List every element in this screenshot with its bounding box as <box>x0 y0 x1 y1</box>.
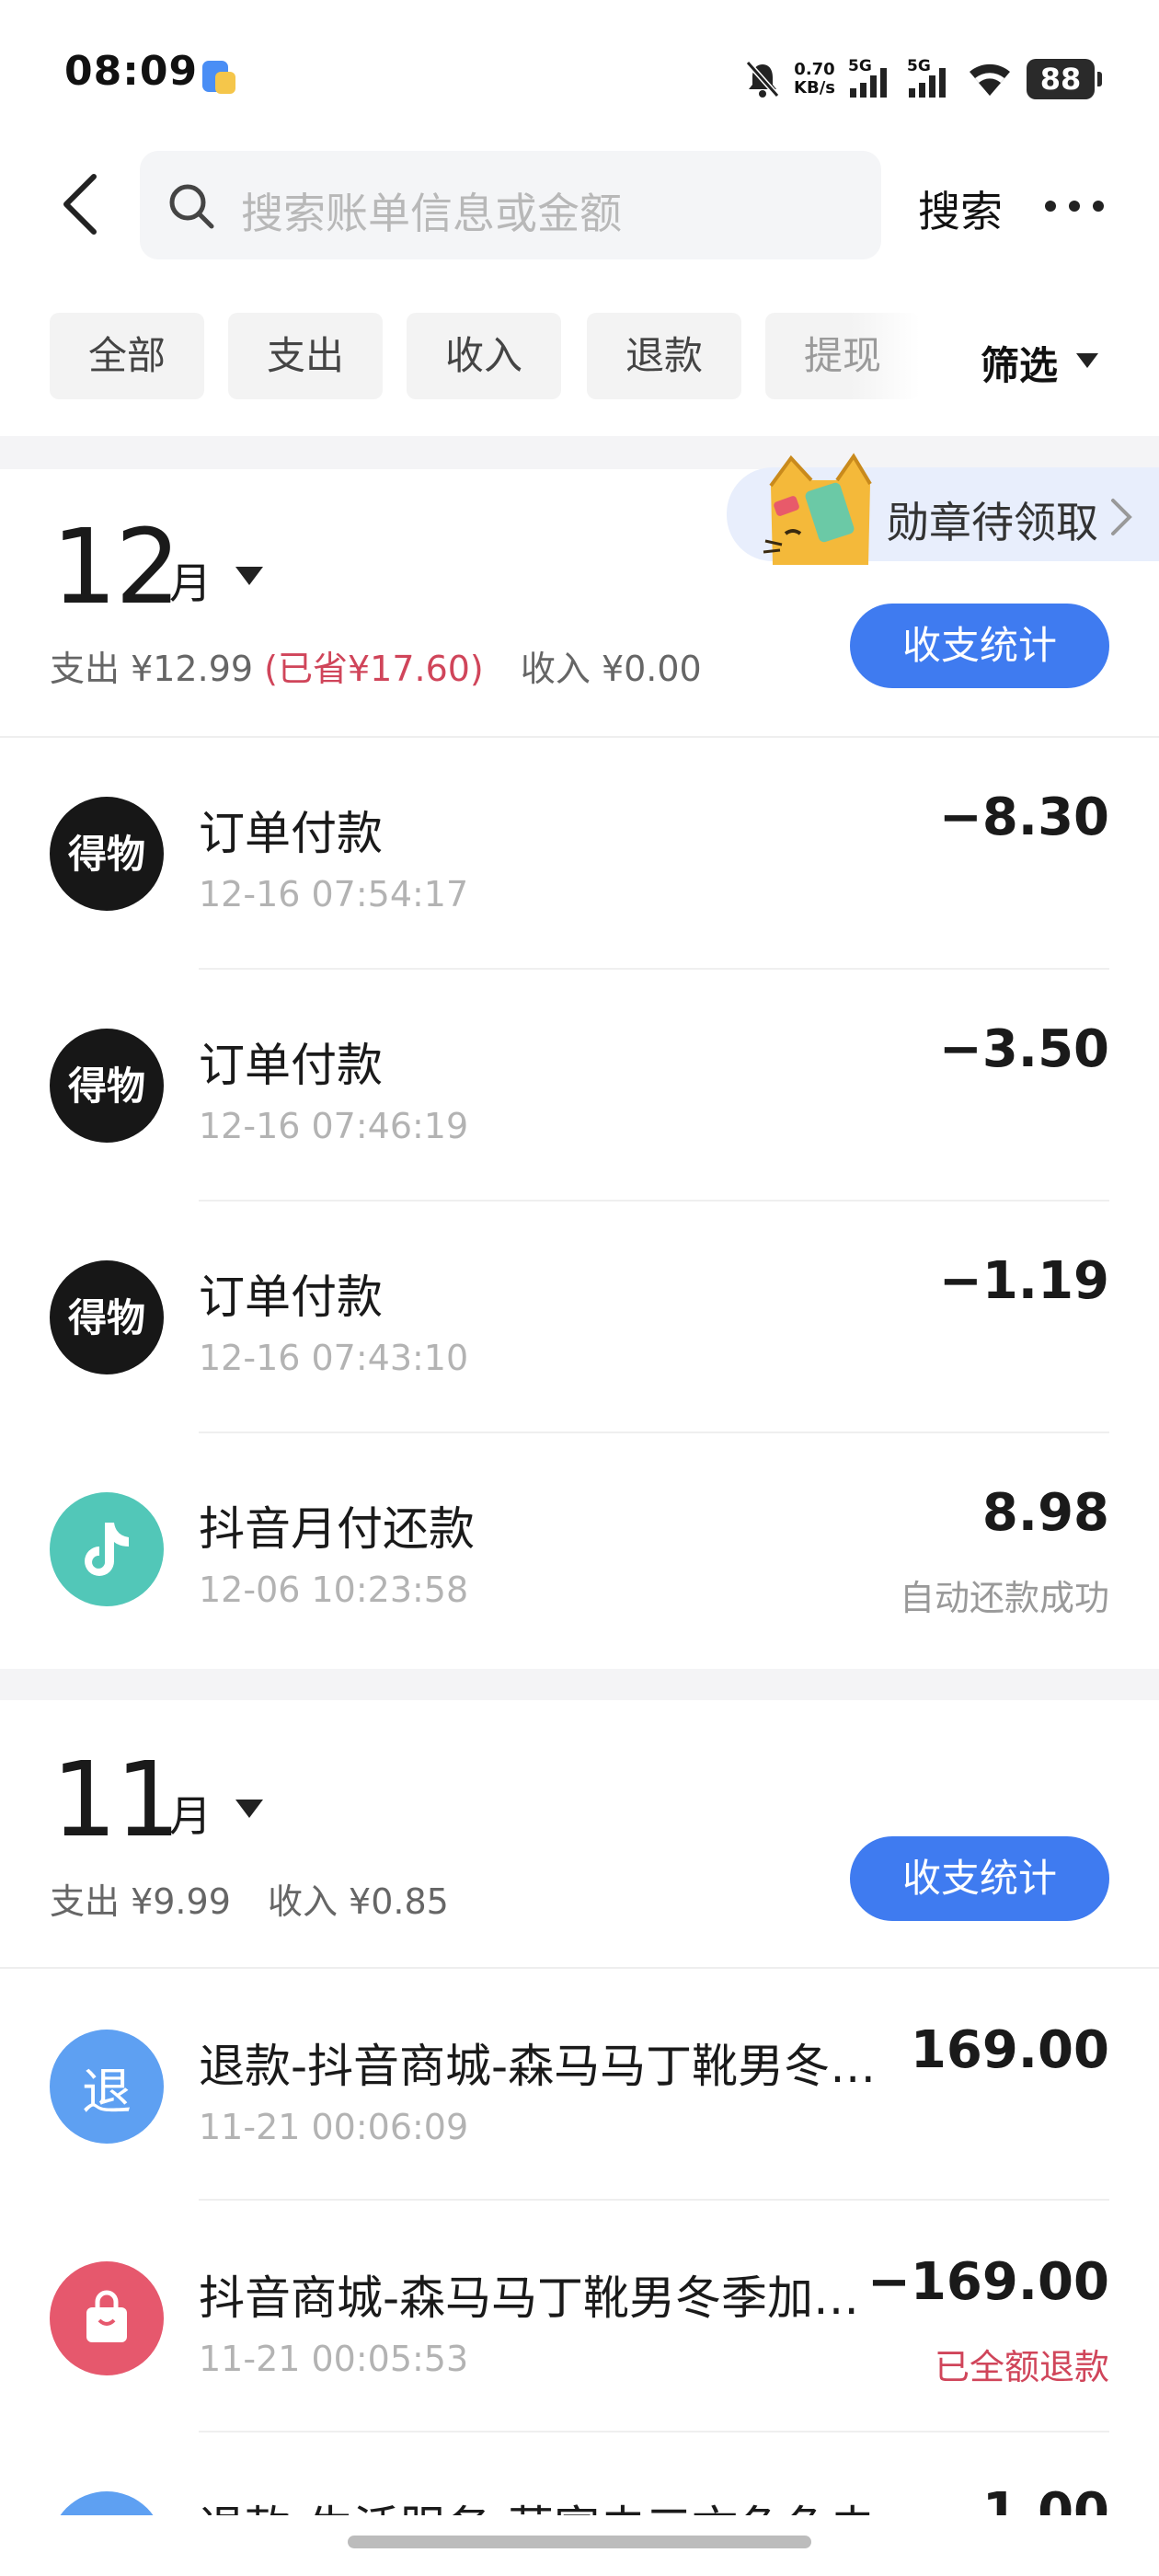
income-total: 收入 ¥0.00 <box>520 649 702 689</box>
row-date: 12-16 07:54:17 <box>199 874 469 914</box>
row-amount: −1.19 <box>938 1251 1109 1311</box>
wifi-icon <box>970 63 1010 96</box>
month-summary: 支出 ¥9.99 收入 ¥0.85 <box>50 1873 449 1924</box>
income-total: 收入 ¥0.85 <box>267 1881 449 1922</box>
transaction-row[interactable] <box>0 1433 1159 1669</box>
tiktok-logo-icon <box>50 1492 164 1606</box>
caret-down-icon[interactable] <box>234 1798 265 1820</box>
month-unit: 月 <box>169 1791 212 1841</box>
row-title: 订单付款 <box>199 1271 383 1324</box>
row-title: 抖音月付还款 <box>199 1502 475 1556</box>
net-speed-value: 0.70 <box>794 60 835 79</box>
badge-banner-label: 勋章待领取 <box>887 498 1098 547</box>
signal-2-label: 5G <box>907 57 931 75</box>
back-button[interactable] <box>53 171 112 237</box>
row-date: 12-16 07:43:10 <box>199 1338 469 1378</box>
transaction-row[interactable] <box>0 970 1159 1200</box>
signal-1-label: 5G <box>848 57 872 75</box>
row-title: 抖音商城-森马马丁靴男冬季加… <box>199 2271 860 2325</box>
row-title: 退款-生活服务-蒸富夫三文鱼鱼虫… <box>199 2491 922 2515</box>
status-icons: 0.70 KB/s 5G 5G 88 <box>744 53 1102 105</box>
row-status: 已全额退款 <box>934 2347 1109 2387</box>
tab-withdraw[interactable]: 提现 <box>765 313 920 399</box>
transaction-row[interactable] <box>0 1202 1159 1432</box>
net-speed-unit: KB/s <box>794 78 835 98</box>
chevron-right-icon <box>1111 499 1132 535</box>
tab-refund[interactable]: 退款 <box>587 313 741 399</box>
status-time: 08:09 <box>64 48 199 95</box>
transaction-row[interactable]: 退款-生活服务-蒸富夫三文鱼鱼虫… 1.00 <box>0 2432 1159 2515</box>
app-notification-icon <box>202 61 235 94</box>
row-title: 退款-抖音商城-森马马丁靴男冬… <box>199 2040 877 2093</box>
row-title: 订单付款 <box>199 807 383 860</box>
row-amount: −8.30 <box>938 788 1109 847</box>
svg-text:得物: 得物 <box>68 832 145 877</box>
signal-1: 5G <box>848 57 894 99</box>
search-button[interactable]: 搜索 <box>918 178 1003 239</box>
expense-total: 支出 ¥9.99 <box>50 1881 231 1922</box>
svg-text:得物: 得物 <box>68 1064 145 1109</box>
tab-income[interactable]: 收入 <box>407 313 561 399</box>
filter-button[interactable]: 筛选 <box>981 335 1058 391</box>
more-icon[interactable] <box>1041 190 1107 223</box>
section-gap <box>0 436 1159 469</box>
tab-expense[interactable]: 支出 <box>228 313 383 399</box>
tab-all[interactable]: 全部 <box>50 313 204 399</box>
cat-mascot-icon <box>763 453 872 565</box>
net-speed: 0.70 KB/s <box>794 61 835 98</box>
row-amount: −3.50 <box>938 1019 1109 1079</box>
row-amount: 169.00 <box>910 2020 1109 2080</box>
caret-down-icon[interactable] <box>234 565 265 587</box>
stats-button[interactable]: 收支统计 <box>850 604 1109 688</box>
caret-down-icon <box>1076 353 1098 368</box>
row-title: 订单付款 <box>199 1039 383 1092</box>
dewu-logo-icon: 得物 <box>50 1029 164 1143</box>
row-amount: 8.98 <box>981 1483 1109 1543</box>
month-unit: 月 <box>169 558 212 608</box>
refund-icon <box>50 2491 164 2515</box>
section-gap <box>0 1669 1159 1700</box>
search-icon <box>169 184 214 229</box>
month-number[interactable]: 12 <box>52 508 181 627</box>
row-status: 自动还款成功 <box>899 1578 1109 1618</box>
saved-amount: (已省¥17.60) <box>264 649 484 689</box>
search-placeholder: 搜索账单信息或金额 <box>241 189 622 238</box>
refund-icon: 退 <box>50 2030 164 2144</box>
row-amount: −169.00 <box>866 2252 1109 2312</box>
mute-bell-icon <box>745 61 780 98</box>
transaction-row[interactable] <box>0 738 1159 968</box>
row-date: 11-21 00:06:09 <box>199 2107 469 2147</box>
expense-total: 支出 ¥12.99 <box>50 649 254 689</box>
row-date: 11-21 00:05:53 <box>199 2339 469 2379</box>
row-date: 12-06 10:23:58 <box>199 1570 469 1610</box>
home-indicator[interactable] <box>348 2536 811 2548</box>
dewu-logo-icon: 得物 <box>50 797 164 911</box>
row-date: 12-16 07:46:19 <box>199 1106 469 1146</box>
svg-text:得物: 得物 <box>68 1295 145 1340</box>
month-number[interactable]: 11 <box>52 1741 181 1860</box>
row-amount: 1.00 <box>981 2482 1109 2515</box>
signal-2: 5G <box>907 57 953 99</box>
shopping-bag-icon <box>50 2261 164 2375</box>
stats-button[interactable]: 收支统计 <box>850 1836 1109 1921</box>
battery-indicator: 88 <box>1027 59 1102 99</box>
month-summary: 支出 ¥12.99 (已省¥17.60) 收入 ¥0.00 <box>50 640 702 691</box>
dewu-logo-icon: 得物 <box>50 1260 164 1374</box>
